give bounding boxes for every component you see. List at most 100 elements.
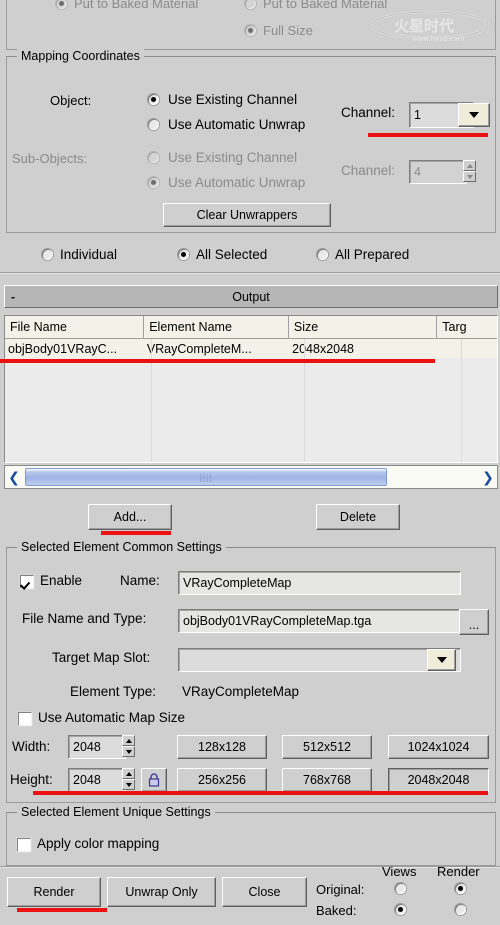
scrollbar-thumb[interactable]: |||| [25,468,387,486]
spinner-up[interactable] [122,735,135,746]
chevron-down-icon [436,657,447,663]
list-body: objBody01VRayC... VRayCompleteM... 2048x… [5,339,497,462]
collapse-icon[interactable]: - [11,290,15,304]
column-header-file-name[interactable]: File Name [5,316,145,338]
scroll-right-arrow-icon[interactable]: ❯ [479,466,497,488]
size-preset-256[interactable]: 256x256 [177,768,267,792]
label-target-map-slot: Target Map Slot: [52,650,151,665]
close-button[interactable]: Close [222,877,307,907]
output-element-list[interactable]: File Name Element Name Size Targ objBody… [4,315,498,463]
grid-line [151,339,152,462]
cell-size: 2048x2048 [292,341,355,356]
height-spinner[interactable] [122,768,135,790]
label-sub-channel: Channel: [341,163,396,178]
label-full-size: Full Size [263,23,313,38]
radio-object-use-automatic-unwrap[interactable] [148,119,159,130]
label-height: Height: [10,772,53,787]
enable-checkbox[interactable] [20,575,34,589]
label-object: Object: [50,93,92,108]
cell-element-name: VRayCompleteM... [146,341,252,356]
scrollbar-grip-icon: |||| [199,472,213,482]
radio-subobject-use-existing-channel[interactable] [148,152,159,163]
render-button[interactable]: Render [7,877,101,907]
label-subobject-use-existing-channel: Use Existing Channel [168,150,298,165]
output-rollout-title: Output [232,289,270,304]
width-spinner[interactable] [122,735,135,757]
list-horizontal-scrollbar[interactable]: ❮ |||| ❯ [4,465,498,489]
size-preset-2048[interactable]: 2048x2048 [388,768,489,792]
spinner-down[interactable] [463,171,476,182]
radio-individual[interactable] [42,249,53,260]
size-preset-512[interactable]: 512x512 [282,735,372,759]
label-subobject-use-automatic-unwrap: Use Automatic Unwrap [168,175,306,190]
chevron-down-icon [469,112,479,118]
unwrap-only-button[interactable]: Unwrap Only [107,877,216,907]
width-input[interactable]: 2048 [68,735,126,759]
column-header-target[interactable]: Targ [437,316,497,338]
output-rollout-header[interactable]: - Output [4,285,498,308]
label-object-use-existing-channel: Use Existing Channel [168,92,298,107]
label-name: Name: [120,573,160,588]
sub-channel-value[interactable]: 4 [409,160,467,184]
size-preset-128[interactable]: 128x128 [177,735,267,759]
padlock-icon [148,773,160,787]
grid-line [461,339,462,462]
target-map-slot-dropdown[interactable] [178,648,461,672]
grid-line [304,339,305,462]
spinner-up[interactable] [122,768,135,779]
sub-channel-spinner[interactable] [463,160,476,182]
label-baked-row: Baked: [316,903,357,918]
triangle-down-icon [125,749,132,754]
height-input[interactable]: 2048 [68,768,126,792]
use-automatic-map-size-checkbox[interactable] [18,712,32,726]
label-object-use-automatic-unwrap: Use Automatic Unwrap [168,117,306,132]
label-original-row: Original: [316,882,365,897]
spinner-down[interactable] [122,746,135,757]
spinner-down[interactable] [122,779,135,790]
column-header-element-name[interactable]: Element Name [144,316,289,338]
radio-all-selected[interactable] [178,249,189,260]
unique-settings-title: Selected Element Unique Settings [17,805,215,819]
size-preset-768[interactable]: 768x768 [282,768,372,792]
label-all-selected: All Selected [196,247,268,262]
triangle-down-icon [125,782,132,787]
highlight-render [17,908,107,912]
divider-footer-highlight [0,867,500,868]
delete-button[interactable]: Delete [316,504,400,530]
label-enable: Enable [40,573,83,588]
radio-full-size[interactable] [245,25,256,36]
browse-file-button[interactable]: ... [459,609,489,635]
triangle-down-icon [466,174,473,179]
add-button[interactable]: Add... [88,504,172,530]
column-header-size[interactable]: Size [289,316,438,338]
spinner-up[interactable] [463,160,476,171]
label-put-to-baked-material-right: Put to Baked Material [263,0,388,11]
radio-baked-render[interactable] [455,904,466,915]
size-preset-1024[interactable]: 1024x1024 [388,735,489,759]
label-element-type: Element Type: [70,684,157,699]
clear-unwrappers-button[interactable]: Clear Unwrappers [163,203,331,227]
label-views-column: Views [382,864,417,879]
cell-target [438,339,497,358]
table-row[interactable]: objBody01VRayC... VRayCompleteM... 2048x… [5,339,497,358]
scroll-left-arrow-icon[interactable]: ❮ [5,466,23,488]
cell-file-name: objBody01VRayC... [8,341,118,356]
target-map-slot-dropdown-button[interactable] [427,649,456,671]
radio-baked-views[interactable] [395,904,406,915]
label-width: Width: [12,739,51,754]
lock-aspect-ratio-button[interactable] [141,768,167,792]
radio-all-prepared[interactable] [317,249,328,260]
highlight-add [101,531,171,535]
radio-object-use-existing-channel[interactable] [148,94,159,105]
label-sub-objects: Sub-Objects: [12,151,88,166]
label-apply-color-mapping: Apply color mapping [37,836,160,851]
channel-dropdown-button[interactable] [458,103,490,127]
mapping-coordinates-title: Mapping Coordinates [17,49,144,63]
file-name-input[interactable]: objBody01VRayCompleteMap.tga [178,609,461,633]
apply-color-mapping-checkbox[interactable] [17,838,31,852]
radio-original-views[interactable] [395,883,406,894]
name-input[interactable]: VRayCompleteMap [178,571,461,595]
highlight-channel [368,133,488,137]
radio-subobject-use-automatic-unwrap[interactable] [148,177,159,188]
radio-original-render[interactable] [455,883,466,894]
